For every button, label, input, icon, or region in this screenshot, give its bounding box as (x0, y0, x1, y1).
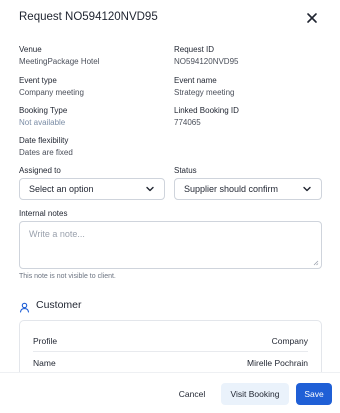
notes-textarea[interactable]: Write a note... (19, 221, 322, 269)
event-type-field: Event type Company meeting (19, 76, 159, 98)
customer-row-profile: Profile Company (33, 336, 308, 346)
venue-value: MeetingPackage Hotel (19, 57, 100, 66)
event-name-field: Event name Strategy meeting (174, 76, 314, 98)
chevron-down-icon (146, 186, 154, 192)
status-select[interactable]: Supplier should confirm (174, 178, 322, 200)
booking-type-label: Booking Type (19, 106, 68, 115)
event-type-value: Company meeting (19, 88, 84, 97)
notes-hint: This note is not visible to client. (19, 273, 116, 280)
venue-label: Venue (19, 45, 42, 54)
status-value: Supplier should confirm (184, 184, 279, 194)
linked-booking-field: Linked Booking ID 774065 (174, 106, 314, 128)
status-label: Status (174, 166, 197, 175)
booking-type-value: Not available (19, 118, 66, 127)
customer-row-name: Name Mirelle Pochrain (33, 358, 308, 368)
notes-placeholder: Write a note... (29, 229, 85, 239)
assigned-select[interactable]: Select an option (19, 178, 165, 200)
name-value: Mirelle Pochrain (247, 358, 308, 368)
request-panel: Request NO594120NVD95 Venue MeetingPacka… (0, 0, 340, 413)
assigned-label: Assigned to (19, 166, 61, 175)
notes-label: Internal notes (19, 209, 68, 218)
booking-type-field: Booking Type Not available (19, 106, 159, 128)
request-id-value: NO594120NVD95 (174, 57, 239, 66)
event-type-label: Event type (19, 76, 57, 85)
user-icon (19, 300, 30, 313)
linked-booking-value: 774065 (174, 118, 201, 127)
date-flex-label: Date flexibility (19, 136, 69, 145)
request-id-field: Request ID NO594120NVD95 (174, 45, 314, 67)
linked-booking-label: Linked Booking ID (174, 106, 239, 115)
name-key: Name (33, 358, 56, 368)
assigned-value: Select an option (29, 184, 94, 194)
venue-field: Venue MeetingPackage Hotel (19, 45, 159, 67)
profile-value: Company (271, 336, 308, 346)
event-name-label: Event name (174, 76, 217, 85)
resize-handle-icon[interactable] (313, 260, 319, 266)
date-flex-field: Date flexibility Dates are fixed (19, 136, 159, 158)
customer-section-title: Customer (36, 299, 82, 311)
cancel-button[interactable]: Cancel (169, 383, 215, 405)
profile-key: Profile (33, 336, 58, 346)
row-divider (33, 351, 308, 352)
event-name-value: Strategy meeting (174, 88, 235, 97)
page-title: Request NO594120NVD95 (19, 11, 158, 23)
chevron-down-icon (303, 186, 311, 192)
date-flex-value: Dates are fixed (19, 148, 73, 157)
close-icon[interactable] (306, 12, 318, 24)
request-id-label: Request ID (174, 45, 215, 54)
visit-booking-button[interactable]: Visit Booking (221, 383, 289, 405)
save-button[interactable]: Save (296, 383, 332, 405)
